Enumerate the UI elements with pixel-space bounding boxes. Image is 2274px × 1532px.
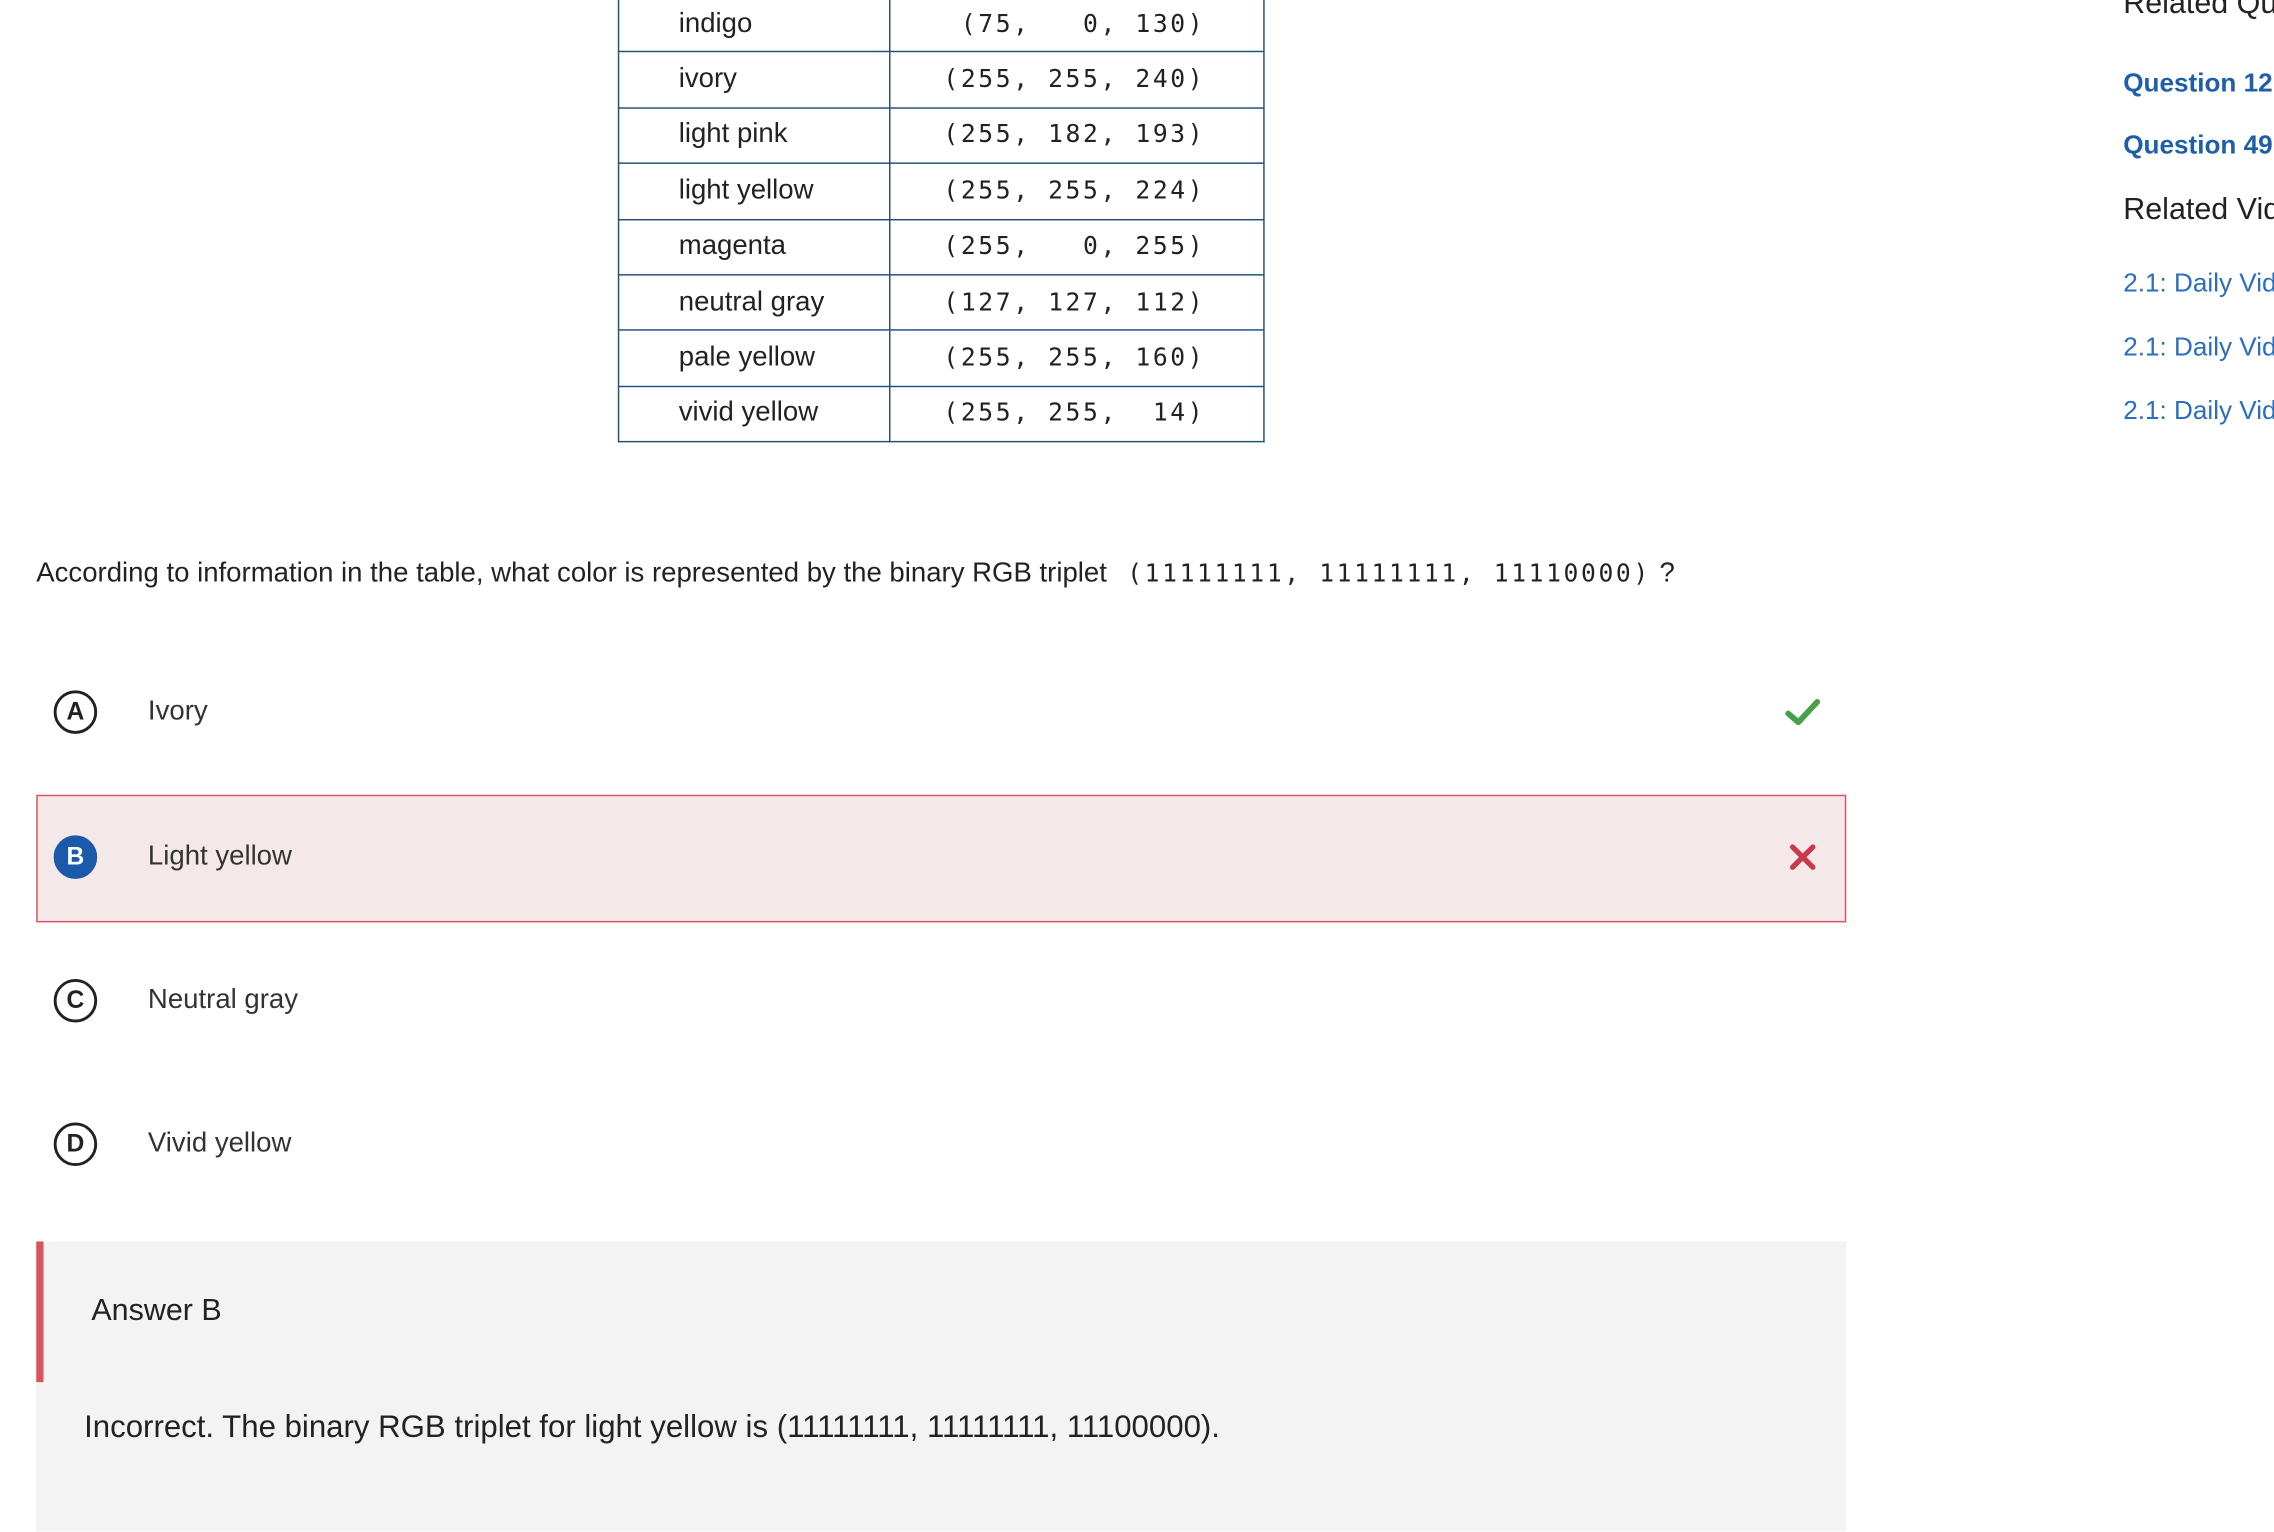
option-label: Neutral gray bbox=[147, 984, 299, 1016]
color-name: vivid yellow bbox=[617, 385, 891, 443]
option-label: Ivory bbox=[147, 696, 208, 727]
answer-explanation: Answer B Incorrect. The binary RGB tripl… bbox=[36, 1241, 1847, 1532]
explanation-text: Incorrect. The binary RGB triplet for li… bbox=[84, 1409, 1220, 1445]
color-name: neutral gray bbox=[617, 274, 891, 332]
option-label: Vivid yellow bbox=[147, 1128, 292, 1159]
answer-option-b[interactable]: B Light yellow bbox=[36, 794, 1847, 923]
related-video-link[interactable]: 2.1: Daily Video bbox=[2123, 332, 2274, 362]
answer-option-d[interactable]: D Vivid yellow bbox=[36, 1082, 1846, 1210]
table-row: neutral gray (127, 127, 112) bbox=[617, 274, 1265, 332]
color-rgb: (255, 255, 240) bbox=[889, 51, 1265, 109]
answer-option-a[interactable]: A Ivory bbox=[36, 650, 1846, 778]
option-label: Light yellow bbox=[147, 841, 292, 872]
related-question-link[interactable]: Question 12 bbox=[2123, 68, 2272, 98]
table-row: indigo (75, 0, 130) bbox=[617, 0, 1265, 53]
table-row: pale yellow (255, 255, 160) bbox=[617, 329, 1265, 387]
question-text: According to information in the table, w… bbox=[36, 558, 1107, 589]
related-videos-heading: Related Videos bbox=[2123, 192, 2274, 227]
check-icon bbox=[1785, 699, 1821, 726]
color-name: magenta bbox=[617, 218, 891, 276]
option-letter: A bbox=[53, 690, 98, 734]
color-name: indigo bbox=[617, 0, 891, 53]
color-name: light yellow bbox=[617, 162, 891, 220]
color-rgb: (127, 127, 112) bbox=[889, 274, 1265, 332]
table-row: ivory (255, 255, 240) bbox=[617, 51, 1265, 109]
right-sidebar: Related Questions Question 12 Question 4… bbox=[2123, 0, 2274, 464]
table-row: light yellow (255, 255, 224) bbox=[617, 162, 1265, 220]
color-rgb: (255, 255, 160) bbox=[889, 329, 1265, 387]
related-questions-heading: Related Questions bbox=[2123, 0, 2274, 21]
color-rgb: (255, 255, 224) bbox=[889, 162, 1265, 220]
related-video-link[interactable]: 2.1: Daily Video bbox=[2123, 268, 2274, 298]
color-table: indigo (75, 0, 130) ivory (255, 255, 240) … bbox=[617, 0, 1265, 443]
related-question-link[interactable]: Question 49 bbox=[2123, 131, 2272, 161]
color-name: ivory bbox=[617, 51, 891, 109]
option-letter: D bbox=[53, 1122, 98, 1167]
x-icon bbox=[1789, 844, 1816, 870]
table-row: magenta (255, 0, 255) bbox=[617, 218, 1265, 276]
color-rgb: (255, 182, 193) bbox=[889, 106, 1265, 165]
color-rgb: (255, 255, 14) bbox=[889, 385, 1265, 443]
option-letter: B bbox=[53, 835, 98, 879]
color-rgb: (255, 0, 255) bbox=[889, 218, 1265, 276]
related-video-link[interactable]: 2.1: Daily Video bbox=[2123, 396, 2274, 426]
color-rgb: (75, 0, 130) bbox=[889, 0, 1265, 53]
table-row: vivid yellow (255, 255, 14) bbox=[617, 385, 1265, 443]
color-name: light pink bbox=[617, 106, 891, 165]
table-row: light pink (255, 182, 193) bbox=[617, 106, 1265, 165]
color-name: pale yellow bbox=[617, 329, 891, 387]
answer-heading: Answer B bbox=[91, 1293, 222, 1328]
answer-option-c[interactable]: C Neutral gray bbox=[36, 938, 1846, 1066]
question-stem: According to information in the table, w… bbox=[36, 558, 1675, 590]
option-letter: C bbox=[53, 978, 98, 1023]
incorrect-accent-bar bbox=[36, 1241, 44, 1383]
question-triplet: (11111111, 11111111, 11110000) bbox=[1127, 559, 1651, 589]
question-suffix: ? bbox=[1659, 558, 1675, 589]
